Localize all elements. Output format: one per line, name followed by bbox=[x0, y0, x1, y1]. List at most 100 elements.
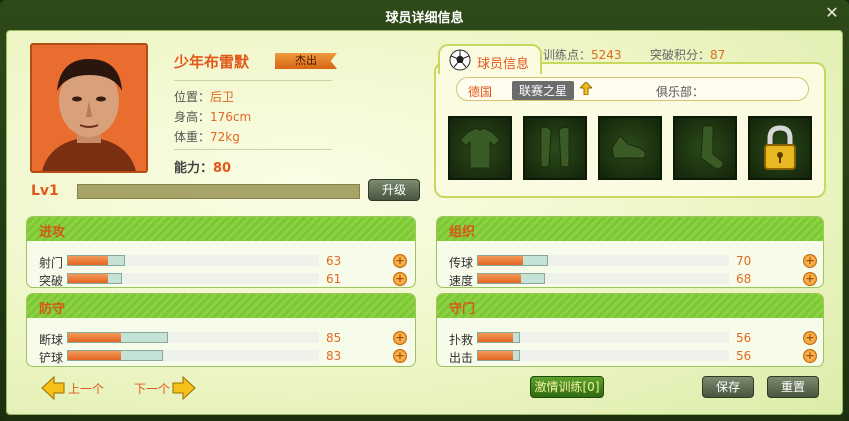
equipment-slot-locked[interactable] bbox=[748, 116, 812, 180]
stat-potential-bar bbox=[67, 332, 168, 343]
attack-title: 进攻 bbox=[39, 225, 66, 240]
panel-header bbox=[437, 217, 823, 241]
stat-track bbox=[477, 332, 729, 343]
lock-icon bbox=[764, 125, 796, 170]
stat-label: 铲球 bbox=[39, 351, 64, 365]
prev-button[interactable]: 上一个 bbox=[68, 380, 104, 397]
stat-fill-bar bbox=[68, 274, 109, 283]
stat-value: 85 bbox=[326, 331, 342, 345]
close-icon[interactable]: ✕ bbox=[823, 4, 841, 22]
stat-potential-bar bbox=[477, 273, 546, 284]
passion-training-button[interactable]: 激情训练[0] bbox=[530, 376, 604, 398]
plus-icon[interactable]: + bbox=[393, 349, 407, 363]
breakthrough-points-label: 突破积分： bbox=[650, 48, 711, 62]
stat-potential-bar bbox=[67, 255, 125, 266]
divider bbox=[174, 149, 332, 150]
weight-row: 体重：72kg bbox=[174, 128, 240, 145]
stat-track bbox=[477, 350, 729, 361]
club-row bbox=[456, 77, 809, 101]
plus-icon[interactable]: + bbox=[393, 331, 407, 345]
stat-row: 传球 70 + bbox=[437, 252, 823, 270]
stat-potential-bar bbox=[477, 255, 548, 266]
stat-label: 断球 bbox=[39, 333, 64, 347]
country-value: 德国 bbox=[468, 85, 493, 99]
panel-header bbox=[437, 294, 823, 318]
stat-potential-bar bbox=[477, 332, 520, 343]
stat-fill-bar bbox=[68, 333, 121, 342]
position-label: 位置： bbox=[174, 90, 211, 104]
position-row: 位置：后卫 bbox=[174, 88, 234, 105]
ability-row: 能力：80 bbox=[174, 157, 231, 176]
rank-badge: 杰出 bbox=[275, 53, 337, 69]
ability-value: 80 bbox=[213, 161, 232, 176]
organize-title: 组织 bbox=[449, 225, 476, 240]
stat-potential-bar bbox=[477, 350, 520, 361]
training-points-value: 5243 bbox=[591, 48, 622, 62]
stat-label: 传球 bbox=[449, 256, 474, 270]
player-name: 少年布雷默 bbox=[174, 53, 250, 71]
shirt-icon bbox=[459, 127, 501, 169]
stat-value: 68 bbox=[736, 272, 752, 286]
football-icon bbox=[449, 49, 471, 71]
plus-icon[interactable]: + bbox=[803, 331, 817, 345]
stat-value: 83 bbox=[326, 349, 342, 363]
plus-icon[interactable]: + bbox=[803, 254, 817, 268]
weight-value: 72kg bbox=[210, 130, 240, 144]
stat-fill-bar bbox=[68, 351, 121, 360]
prev-arrow-icon[interactable] bbox=[41, 375, 65, 401]
training-points: 训练点：5243 bbox=[543, 46, 622, 63]
height-value: 176cm bbox=[210, 110, 252, 124]
stat-value: 63 bbox=[326, 254, 342, 268]
stat-track bbox=[67, 332, 319, 343]
league-star-tag: 联赛之星 bbox=[512, 81, 575, 100]
level-label: Lv1 bbox=[31, 183, 59, 199]
stat-potential-bar bbox=[67, 350, 163, 361]
stat-track bbox=[477, 273, 729, 284]
club-label: 俱乐部： bbox=[656, 85, 705, 99]
attack-panel: 进攻 射门 63 + 突破 61 + bbox=[26, 216, 416, 288]
panel-header bbox=[27, 217, 415, 241]
sock-icon bbox=[700, 125, 724, 169]
upgrade-button[interactable]: 升级 bbox=[368, 179, 420, 201]
plus-icon[interactable]: + bbox=[393, 254, 407, 268]
stat-row: 突破 61 + bbox=[27, 270, 415, 288]
stat-fill-bar bbox=[478, 256, 524, 265]
stat-row: 射门 63 + bbox=[27, 252, 415, 270]
player-info-title: 球员信息 bbox=[477, 57, 530, 72]
stat-value: 56 bbox=[736, 331, 752, 345]
stat-track bbox=[67, 273, 319, 284]
plus-icon[interactable]: + bbox=[803, 272, 817, 286]
next-arrow-icon[interactable] bbox=[172, 375, 196, 401]
reset-button[interactable]: 重置 bbox=[767, 376, 819, 398]
stat-label: 射门 bbox=[39, 256, 64, 270]
equipment-slot-shirt[interactable] bbox=[448, 116, 512, 180]
defense-title: 防守 bbox=[39, 302, 66, 317]
xp-bar bbox=[77, 184, 360, 199]
player-portrait bbox=[30, 43, 148, 173]
title-bar: 球员详细信息 ✕ bbox=[0, 0, 849, 32]
stat-potential-bar bbox=[67, 273, 123, 284]
up-arrow-icon bbox=[578, 81, 594, 96]
save-button[interactable]: 保存 bbox=[702, 376, 754, 398]
stat-row: 断球 85 + bbox=[27, 329, 415, 347]
breakthrough-points-value: 87 bbox=[710, 48, 726, 62]
ability-label: 能力： bbox=[174, 161, 214, 176]
organize-panel: 组织 传球 70 + 速度 68 + bbox=[436, 216, 824, 288]
equipment-slot-socks[interactable] bbox=[673, 116, 737, 180]
window-title: 球员详细信息 bbox=[385, 11, 464, 26]
stat-row: 出击 56 + bbox=[437, 347, 823, 365]
plus-icon[interactable]: + bbox=[393, 272, 407, 286]
plus-icon[interactable]: + bbox=[803, 349, 817, 363]
equipment-slot-boots[interactable] bbox=[598, 116, 662, 180]
divider bbox=[174, 80, 332, 81]
stat-fill-bar bbox=[68, 256, 109, 265]
training-points-label: 训练点： bbox=[543, 48, 592, 62]
stat-track bbox=[477, 255, 729, 266]
stat-fill-bar bbox=[478, 333, 514, 342]
panel-header bbox=[27, 294, 415, 318]
weight-label: 体重： bbox=[174, 130, 211, 144]
stat-label: 出击 bbox=[449, 351, 474, 365]
position-value: 后卫 bbox=[210, 90, 235, 104]
next-button[interactable]: 下一个 bbox=[134, 380, 170, 397]
equipment-slot-shin-guard[interactable] bbox=[523, 116, 587, 180]
